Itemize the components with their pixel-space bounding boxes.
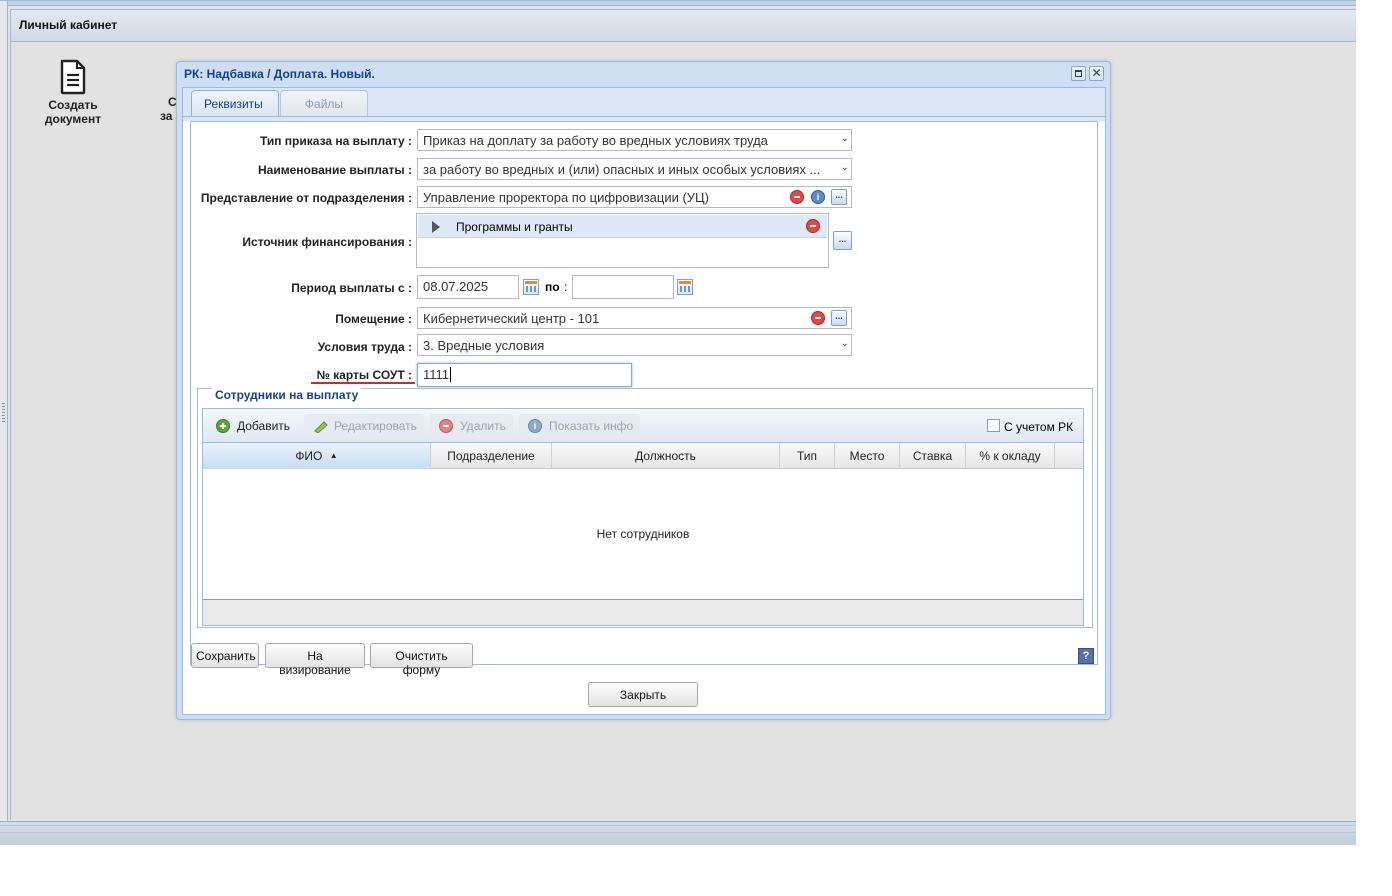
calendar-icon[interactable]: [523, 279, 539, 295]
info-icon[interactable]: i: [811, 190, 825, 204]
app-bottom-bar: [0, 821, 1356, 845]
room-field[interactable]: Кибернетический центр - 101: [417, 307, 852, 329]
department-value: Управление проректора по цифровизации (У…: [423, 190, 709, 205]
tab-requisites[interactable]: Реквизиты: [191, 90, 279, 116]
grid-header: ФИО ▲ Подразделение Должность Тип Место …: [203, 443, 1083, 469]
panel-title: Личный кабинет: [10, 9, 1356, 42]
shortcut2-label-line1: С: [168, 95, 177, 109]
order-type-select[interactable]: Приказ на доплату за работу во вредных у…: [417, 129, 852, 151]
grid-footer: [203, 599, 1083, 625]
clear-form-button[interactable]: Очистить форму: [370, 643, 473, 677]
column-place[interactable]: Место: [835, 443, 900, 469]
sout-card-input[interactable]: 1111: [417, 363, 632, 387]
tab-strip: Реквизиты Файлы: [183, 88, 1105, 116]
column-rate[interactable]: Ставка: [900, 443, 966, 469]
document-icon: [60, 59, 86, 95]
close-button[interactable]: Закрыть: [588, 682, 698, 707]
room-label: Помещение :: [335, 312, 412, 326]
remove-funding-icon[interactable]: [806, 219, 820, 233]
payment-name-value: за работу во вредных и (или) опасных и и…: [423, 162, 821, 177]
funding-item-label: Программы и гранты: [456, 220, 573, 234]
department-label: Представление от подразделения :: [200, 191, 412, 205]
period-from-value: 08.07.2025: [423, 279, 489, 294]
edit-label: Редактировать: [334, 419, 417, 433]
splitter-grip[interactable]: [2, 403, 5, 423]
add-label: Добавить: [237, 419, 291, 433]
period-from-field[interactable]: 08.07.2025: [417, 275, 519, 299]
column-position[interactable]: Должность: [552, 443, 780, 469]
column-type[interactable]: Тип: [780, 443, 835, 469]
delete-label: Удалить: [460, 419, 506, 433]
funding-label: Источник финансирования :: [242, 235, 412, 249]
show-info-button[interactable]: i Показать инфо: [519, 414, 641, 438]
close-icon[interactable]: ✕: [1089, 66, 1104, 81]
chevron-down-icon[interactable]: ⌄: [841, 338, 849, 349]
column-department[interactable]: Подразделение: [431, 443, 552, 469]
department-picker-button[interactable]: ...: [831, 189, 847, 205]
column-percent[interactable]: % к окладу: [966, 443, 1055, 469]
info-label: Показать инфо: [549, 419, 634, 433]
clear-department-icon[interactable]: [790, 190, 804, 204]
edit-employee-button[interactable]: Редактировать: [304, 414, 424, 438]
shortcut-label-line2: документ: [44, 112, 102, 126]
shortcut2-label-line2: за: [160, 109, 173, 123]
shortcut-label-line1: Создать: [48, 98, 98, 112]
expand-arrow-icon[interactable]: [432, 221, 440, 233]
rk-checkbox-label: С учетом РК: [1004, 420, 1074, 434]
period-to-label: по: [545, 280, 560, 294]
employees-grid: Добавить Редактировать Удалить i Показат…: [202, 408, 1084, 626]
column-fio[interactable]: ФИО ▲: [203, 443, 431, 469]
funding-list[interactable]: Программы и гранты: [416, 213, 829, 268]
calendar-icon[interactable]: [677, 279, 693, 295]
order-type-label: Тип приказа на выплату :: [259, 134, 412, 148]
grid-empty-text: Нет сотрудников: [596, 527, 690, 541]
app-top-bar: [0, 1, 1356, 6]
employees-legend: Сотрудники на выплату: [212, 388, 362, 402]
maximize-icon[interactable]: [1071, 66, 1086, 81]
conditions-label: Условия труда :: [317, 340, 412, 354]
grid-toolbar: Добавить Редактировать Удалить i Показат…: [203, 409, 1083, 443]
funding-picker-button[interactable]: ...: [833, 231, 852, 250]
info-icon: i: [528, 419, 542, 433]
room-value: Кибернетический центр - 101: [423, 311, 600, 326]
conditions-value: 3. Вредные условия: [423, 338, 545, 353]
sout-card-value: 1111: [423, 367, 450, 382]
tab-files[interactable]: Файлы: [280, 90, 368, 116]
send-for-approval-button[interactable]: На визирование: [265, 643, 365, 677]
department-field[interactable]: Управление проректора по цифровизации (У…: [417, 186, 852, 208]
delete-icon: [439, 419, 453, 433]
sout-card-label: № карты СОУТ :: [316, 368, 412, 382]
rk-checkbox[interactable]: [987, 419, 1000, 432]
payment-name-label: Наименование выплаты :: [258, 163, 412, 177]
add-icon: [216, 419, 230, 433]
second-shortcut[interactable]: С за: [158, 95, 178, 123]
window-title: РК: Надбавка / Доплата. Новый.: [184, 67, 375, 81]
sout-required-underline: [311, 382, 415, 384]
period-to-field[interactable]: [572, 275, 674, 299]
chevron-down-icon[interactable]: ⌄: [841, 133, 849, 144]
help-icon[interactable]: ?: [1078, 648, 1094, 664]
list-item[interactable]: Программы и гранты: [418, 215, 827, 238]
delete-employee-button[interactable]: Удалить: [430, 414, 513, 438]
column-fio-label: ФИО: [295, 449, 323, 463]
pencil-icon: [313, 419, 328, 434]
room-picker-button[interactable]: ...: [831, 310, 847, 326]
save-button[interactable]: Сохранить: [191, 643, 259, 668]
clear-room-icon[interactable]: [811, 311, 825, 325]
conditions-select[interactable]: 3. Вредные условия ⌄: [417, 334, 852, 356]
create-document-shortcut[interactable]: Создать документ: [36, 59, 110, 126]
order-type-value: Приказ на доплату за работу во вредных у…: [423, 133, 768, 148]
left-collapse-bar[interactable]: [0, 1, 8, 821]
period-label: Период выплаты с :: [291, 281, 412, 295]
add-employee-button[interactable]: Добавить: [207, 414, 297, 438]
chevron-down-icon[interactable]: ⌄: [841, 162, 849, 173]
payment-name-select[interactable]: за работу во вредных и (или) опасных и и…: [417, 158, 852, 180]
sort-asc-icon: ▲: [329, 451, 338, 460]
period-to-separator: :: [564, 280, 568, 294]
